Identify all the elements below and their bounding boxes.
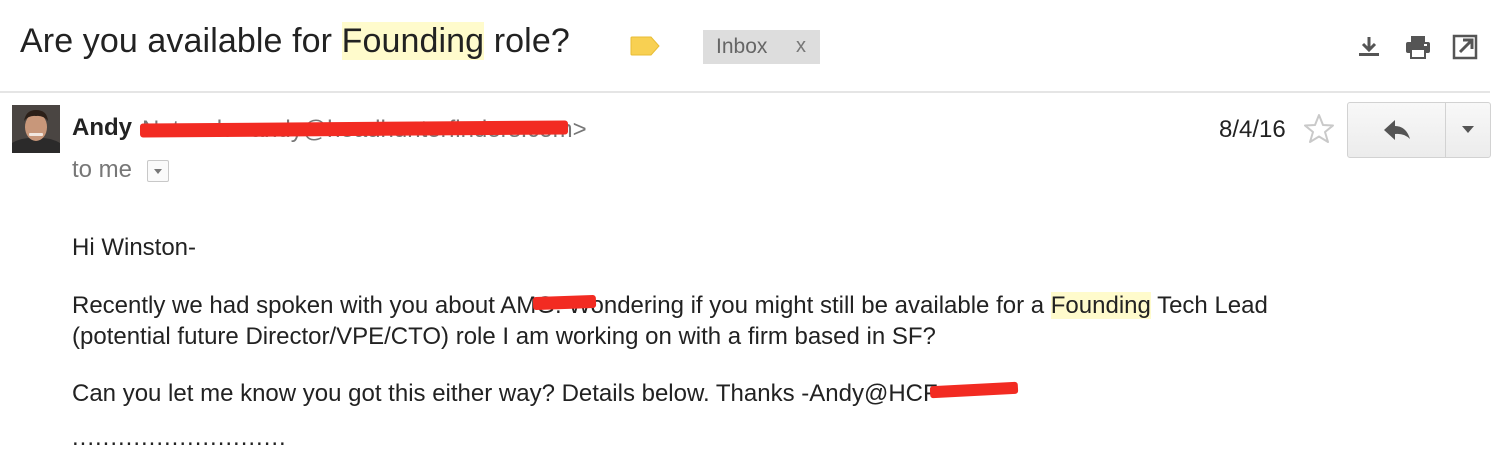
- body-greeting: Hi Winston-: [72, 234, 197, 261]
- body-redaction-mark-2: [929, 381, 1019, 399]
- download-icon[interactable]: [1356, 34, 1382, 60]
- body-p2-text: Can you let me know you got this either …: [72, 380, 864, 407]
- print-icon[interactable]: [1404, 34, 1432, 60]
- recipient-details-button[interactable]: [147, 160, 169, 182]
- sender-redaction-mark: [139, 120, 569, 138]
- body-paragraph-1-line-1: Recently we had spoken with you about AM…: [72, 292, 1268, 320]
- subject-row: Are you available for Founding role? Inb…: [0, 0, 1502, 92]
- body-p1-text-b: . Wondering if you might still be availa…: [554, 292, 1051, 319]
- recipient-summary: to me: [72, 156, 133, 183]
- subject-text-after: role?: [484, 22, 570, 60]
- reply-button[interactable]: [1348, 103, 1445, 157]
- avatar[interactable]: [12, 105, 60, 153]
- subject-text-before: Are you available for: [20, 22, 342, 60]
- header-divider: [0, 91, 1490, 93]
- star-icon[interactable]: [1302, 112, 1336, 146]
- body-p1-text-c: Tech Lead: [1150, 292, 1268, 319]
- body-dotted-separator: ............................: [72, 424, 287, 451]
- inbox-label-chip[interactable]: Inbox x: [703, 30, 820, 64]
- sender-name[interactable]: Andy: [72, 114, 132, 142]
- label-tag-icon[interactable]: [630, 36, 660, 56]
- body-paragraph-2: Can you let me know you got this either …: [72, 380, 938, 408]
- avatar-image: [12, 105, 60, 153]
- new-window-icon[interactable]: [1452, 34, 1478, 60]
- more-dropdown-icon: [1462, 126, 1474, 133]
- subject-highlight: Founding: [341, 22, 485, 60]
- body-p1-highlight: Founding: [1050, 292, 1151, 319]
- remove-label-button[interactable]: x: [796, 35, 806, 58]
- body-p2-redacted-text: @HCF: [863, 380, 938, 407]
- body-paragraph-1-line-2: (potential future Director/VPE/CTO) role…: [72, 323, 936, 350]
- reply-button-group: [1347, 102, 1491, 158]
- reply-icon: [1384, 120, 1410, 140]
- body-redaction-mark-1: [532, 294, 597, 311]
- inbox-label-text: Inbox: [716, 35, 768, 58]
- email-subject: Are you available for Founding role?: [20, 22, 570, 61]
- more-actions-button[interactable]: [1446, 103, 1490, 157]
- message-date: 8/4/16: [1219, 116, 1286, 143]
- chevron-down-icon: [154, 169, 162, 174]
- body-p1-text-a: Recently we had spoken with you about: [72, 292, 501, 319]
